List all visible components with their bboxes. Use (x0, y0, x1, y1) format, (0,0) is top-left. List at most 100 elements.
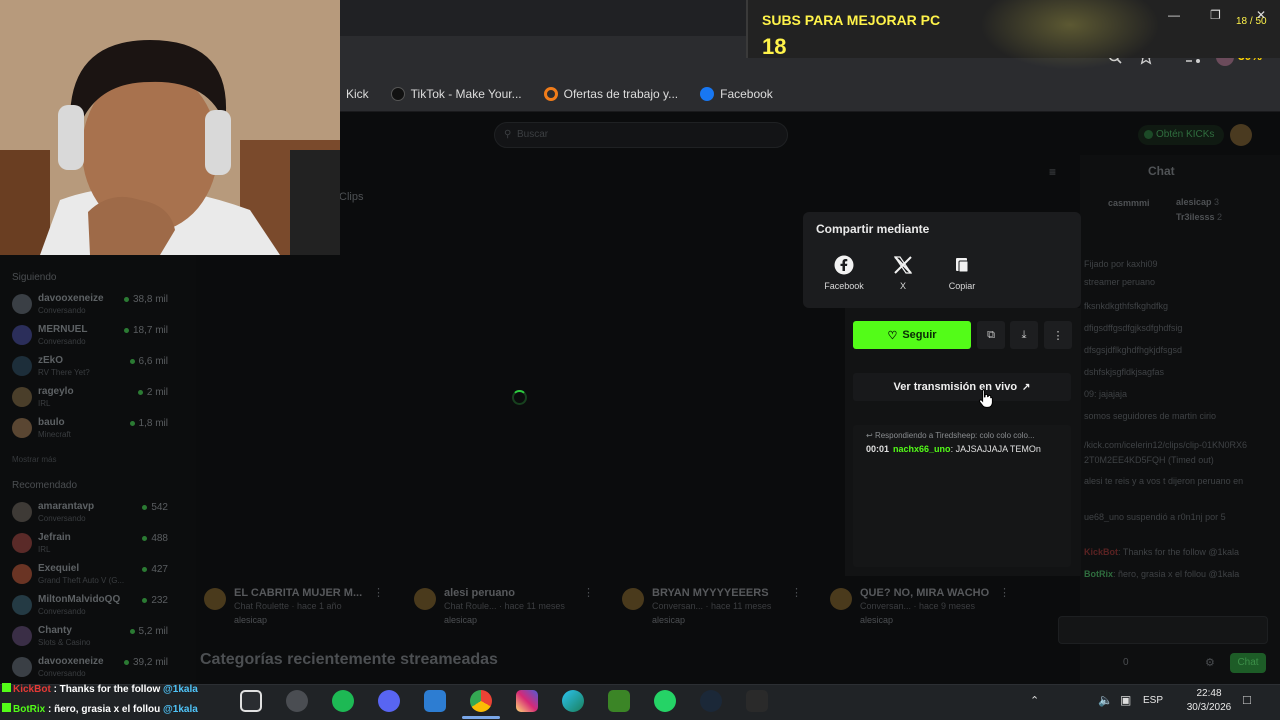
chat-user: KickBot (13, 684, 51, 695)
sidebar-channel[interactable]: Exequiel Grand Theft Auto V (G... 427 (12, 562, 188, 592)
more-options-icon[interactable]: ⋮ (999, 586, 1010, 599)
chat-text: 3 (1214, 197, 1220, 207)
sidebar-channel[interactable]: Chanty Slots & Casino 5,2 mil (12, 624, 188, 654)
avatar (12, 356, 32, 376)
steam-icon[interactable] (700, 690, 722, 712)
channel-name: Chanty (38, 625, 72, 636)
chat-message: streamer peruano (1084, 277, 1156, 287)
sidebar-channel[interactable]: baulo Minecraft 1,8 mil (12, 416, 188, 446)
spotify-icon[interactable] (332, 690, 354, 712)
clip-card[interactable]: QUE? NO, MIRA WACHO Conversan... · hace 9… (826, 586, 1016, 630)
edge-icon[interactable] (562, 690, 584, 712)
clip-card[interactable]: alesi peruano Chat Roule... · hace 11 mes… (410, 586, 600, 630)
share-copy-button[interactable]: Copiar (937, 255, 987, 291)
channel-name: rageylo (38, 386, 74, 397)
avatar (12, 294, 32, 314)
channel-category: Grand Theft Auto V (G... (38, 576, 125, 585)
bookmark-label: TikTok - Make Your... (410, 86, 522, 101)
viewer-count: 6,6 mil (130, 356, 168, 367)
tab-clips[interactable]: Clips (339, 191, 363, 203)
minecraft-icon[interactable] (608, 690, 630, 712)
bookmark-facebook[interactable]: Facebook (700, 86, 773, 101)
sidebar-channel[interactable]: rageylo IRL 2 mil (12, 385, 188, 415)
share-button[interactable]: ⧉ (977, 321, 1005, 349)
external-link-icon: ↗ (1022, 381, 1031, 393)
bookmark-ofertas[interactable]: Ofertas de trabajo y... (543, 86, 678, 101)
channel-category: Conversando (38, 337, 86, 346)
network-icon[interactable]: ▣ (1120, 693, 1131, 707)
avatar (12, 418, 32, 438)
language-indicator[interactable]: ESP (1143, 695, 1163, 706)
more-options-button[interactable]: ⋮ (1044, 321, 1072, 349)
hand-cursor-icon (978, 388, 994, 413)
capcut-icon[interactable] (240, 690, 262, 712)
avatar (12, 502, 32, 522)
chat-user[interactable]: nachx66_uno (893, 444, 951, 454)
whatsapp-icon[interactable] (654, 690, 676, 712)
notifications-icon[interactable]: □ (1243, 692, 1251, 707)
share-facebook-button[interactable]: Facebook (819, 255, 869, 291)
settings-gear-icon[interactable]: ⚙ (1205, 656, 1215, 669)
clock[interactable]: 22:48 30/3/2026 (1186, 687, 1232, 715)
get-kicks-button[interactable]: Obtén KICKs (1138, 125, 1224, 145)
sidebar-channel[interactable]: zEkO RV There Yet? 6,6 mil (12, 354, 188, 384)
maximize-icon[interactable]: ❐ (1210, 8, 1221, 22)
epic-games-icon[interactable] (746, 690, 768, 712)
search-input[interactable]: ⚲ Buscar (494, 122, 788, 148)
more-options-icon[interactable]: ⋮ (583, 586, 594, 599)
store-icon[interactable] (424, 690, 446, 712)
share-x-button[interactable]: X (878, 255, 928, 291)
more-options-icon[interactable]: ⋮ (373, 586, 384, 599)
show-more-link[interactable]: Mostrar más (12, 455, 56, 464)
collapse-icon[interactable]: ≡ (1049, 165, 1056, 179)
chrome-icon[interactable] (470, 690, 492, 712)
chat-send-button[interactable]: Chat (1230, 653, 1266, 673)
x-logo-icon (893, 256, 913, 274)
sidebar-channel[interactable]: amarantavp Conversando 542 (12, 500, 188, 530)
overlay-chat-line: BotRix : ñero, grasia x el follou @1kala (2, 703, 198, 715)
search-placeholder: Buscar (517, 129, 549, 140)
chat-message: alesicap 3 (1176, 197, 1246, 207)
volume-icon[interactable]: 🔈 (1098, 693, 1113, 707)
chat-mention: @1kala (163, 684, 198, 695)
bookmark-label: Kick (346, 86, 369, 101)
sidebar-channel[interactable]: MiltonMalvidoQQ Conversando 232 (12, 593, 188, 623)
discord-icon[interactable] (378, 690, 400, 712)
follow-button[interactable]: ♡ Seguir (853, 321, 971, 349)
chat-text: : Thanks for the follow (50, 684, 164, 695)
sidebar: Siguiendo davooxeneize Conversando 38,8 mi… (0, 255, 196, 685)
chat-input[interactable] (1058, 616, 1268, 644)
chat-message: somos seguidores de martin cirio (1084, 411, 1217, 421)
bookmark-tiktok[interactable]: TikTok - Make Your... (390, 86, 522, 101)
kicks-label: Obtén KICKs (1156, 129, 1215, 140)
download-button[interactable]: ⤓ (1010, 321, 1038, 349)
instagram-icon[interactable] (516, 690, 538, 712)
more-options-icon[interactable]: ⋮ (791, 586, 802, 599)
sidebar-channel[interactable]: davooxeneize Conversando 38,8 mil (12, 292, 188, 322)
clip-card[interactable]: EL CABRITA MUJER M... Chat Roulette · hac… (200, 586, 390, 630)
sidebar-channel[interactable]: MERNUEL Conversando 18,7 mil (12, 323, 188, 353)
watch-live-button[interactable]: Ver transmisión en vivo ↗ (853, 373, 1071, 401)
sidebar-channel[interactable]: davooxeneize Conversando 39,2 mil (12, 655, 188, 685)
share-title: Compartir mediante (816, 222, 930, 236)
reply-icon: ↩ (866, 431, 875, 440)
avatar (204, 588, 226, 610)
avatar (622, 588, 644, 610)
channel-category: Conversando (38, 306, 86, 315)
reply-info-text: Respondiendo a Tiredsheep: colo colo col… (874, 431, 1035, 440)
viewer-count: 1,8 mil (130, 418, 168, 429)
avatar[interactable] (1230, 124, 1252, 146)
minimize-icon[interactable]: — (1168, 8, 1180, 22)
chat-message: BotRix: ñero, grasia x el follou @1kala (1084, 569, 1274, 579)
watch-live-label: Ver transmisión en vivo (893, 381, 1018, 393)
sidebar-channel[interactable]: Jefrain IRL 488 (12, 531, 188, 561)
chat-user: alesicap (1176, 197, 1212, 207)
system-tray-up-icon[interactable]: ⌃ (1030, 694, 1039, 707)
bookmark-kick[interactable]: Kick (346, 87, 369, 101)
obs-icon[interactable] (286, 690, 308, 712)
facebook-icon (700, 86, 715, 101)
close-icon[interactable]: ✕ (1256, 8, 1266, 22)
chat-text: : JAJSAJJAJA TEMOn (950, 444, 1041, 454)
channel-category: Minecraft (38, 430, 71, 439)
clip-card[interactable]: BRYAN MYYYYEEERS Conversan... · hace 11 m… (618, 586, 808, 630)
